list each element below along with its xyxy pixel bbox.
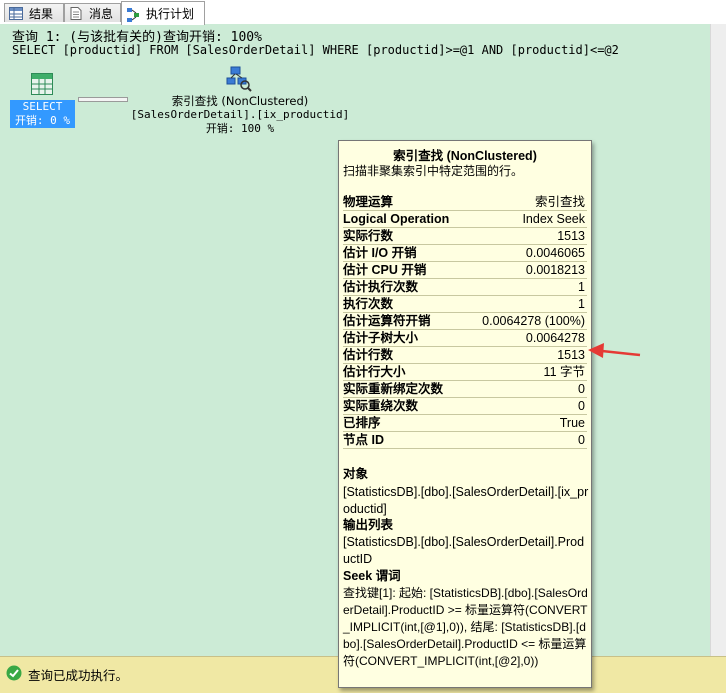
- property-row: 实际行数 1513: [343, 228, 587, 245]
- property-key: Logical Operation: [343, 212, 450, 226]
- tab-label: 消息: [89, 6, 114, 21]
- object-label: 对象: [343, 467, 369, 481]
- tab-label: 结果: [29, 6, 54, 21]
- property-key: 估计行数: [343, 348, 394, 362]
- property-row: 执行次数 1: [343, 296, 587, 313]
- property-row: 实际重新绑定次数 0: [343, 381, 587, 398]
- index-seek-cost: 开销: 100 %: [205, 122, 275, 135]
- seek-predicate-value: 查找键[1]: 起始: [StatisticsDB].[dbo].[SalesO…: [343, 586, 588, 668]
- property-key: 估计 CPU 开销: [343, 263, 427, 277]
- property-key: 节点 ID: [343, 433, 384, 447]
- select-node-cost: 开销: 0 %: [14, 114, 71, 127]
- select-node-name: SELECT: [22, 100, 63, 113]
- property-key: 实际重新绑定次数: [343, 382, 444, 396]
- vertical-scrollbar[interactable]: [710, 24, 726, 656]
- property-key: 实际重绕次数: [343, 399, 419, 413]
- property-value: 1: [578, 297, 585, 311]
- query-sql-text: SELECT [productid] FROM [SalesOrderDetai…: [12, 43, 619, 57]
- property-key: 已排序: [343, 416, 381, 430]
- property-row: 实际重绕次数 0: [343, 398, 587, 415]
- status-text: 查询已成功执行。: [28, 668, 129, 683]
- property-value: 0: [578, 382, 585, 396]
- property-row: 估计行数 1513: [343, 347, 587, 364]
- property-key: 物理运算: [343, 195, 394, 209]
- property-row: 估计子树大小 0.0064278: [343, 330, 587, 347]
- property-key: 估计行大小: [343, 365, 406, 379]
- seek-predicate-label: Seek 谓词: [343, 569, 401, 583]
- property-value: 0.0046065: [525, 246, 585, 260]
- property-row: Logical Operation Index Seek: [343, 211, 587, 228]
- document-icon: [69, 6, 83, 20]
- index-seek-node[interactable]: 索引查找 (NonClustered) [SalesOrderDetail].[…: [120, 94, 360, 136]
- select-node[interactable]: SELECT 开销: 0 %: [10, 100, 75, 128]
- tooltip-description: 扫描非聚集索引中特定范围的行。: [343, 164, 524, 178]
- property-row: 已排序 True: [343, 415, 587, 432]
- property-key: 执行次数: [343, 297, 394, 311]
- output-list-value: [StatisticsDB].[dbo].[SalesOrderDetail].…: [343, 535, 585, 566]
- property-key: 估计 I/O 开销: [343, 246, 417, 260]
- execution-plan-icon: [126, 7, 140, 22]
- property-value: 1513: [557, 229, 585, 243]
- property-key: 估计执行次数: [343, 280, 419, 294]
- annotation-arrow: [588, 343, 641, 358]
- tab-messages[interactable]: 消息: [64, 3, 121, 22]
- output-list-label: 输出列表: [343, 518, 394, 532]
- tab-results[interactable]: 结果: [4, 3, 64, 22]
- tab-strip: 结果 消息 执行计划: [0, 0, 726, 25]
- property-value: 0.0064278: [525, 331, 585, 345]
- property-row: 节点 ID 0: [343, 432, 587, 449]
- operator-tooltip: 索引查找 (NonClustered) 扫描非聚集索引中特定范围的行。 物理运算…: [338, 140, 592, 688]
- tab-label: 执行计划: [146, 7, 195, 21]
- property-key: 估计子树大小: [343, 331, 419, 345]
- property-value: 0: [578, 399, 585, 413]
- property-value: 1513: [557, 348, 585, 362]
- property-row: 估计 I/O 开销 0.0046065: [343, 245, 587, 262]
- success-check-icon: [6, 665, 22, 681]
- index-seek-icon[interactable]: [226, 66, 252, 92]
- object-value: [StatisticsDB].[dbo].[SalesOrderDetail].…: [343, 485, 589, 516]
- tab-execution-plan[interactable]: 执行计划: [121, 1, 205, 25]
- property-value: 0.0018213: [525, 263, 585, 277]
- property-value: Index Seek: [522, 212, 585, 226]
- index-seek-operator: 索引查找 (NonClustered): [171, 94, 309, 108]
- property-row: 物理运算 索引查找: [343, 194, 587, 211]
- property-value: 11 字节: [543, 365, 585, 379]
- property-row: 估计行大小 11 字节: [343, 364, 587, 381]
- property-row: 估计执行次数 1: [343, 279, 587, 296]
- select-node-icon[interactable]: [30, 72, 54, 96]
- property-value: 0: [578, 433, 585, 447]
- property-value: True: [559, 416, 585, 430]
- property-value: 索引查找: [534, 195, 585, 209]
- property-value: 0.0064278 (100%): [482, 314, 585, 328]
- property-key: 实际行数: [343, 229, 394, 243]
- property-key: 估计运算符开销: [343, 314, 431, 328]
- property-row: 估计运算符开销 0.0064278 (100%): [343, 313, 587, 330]
- grid-icon: [9, 6, 23, 20]
- property-value: 1: [578, 280, 585, 294]
- property-row: 估计 CPU 开销 0.0018213: [343, 262, 587, 279]
- index-seek-object: [SalesOrderDetail].[ix_productid]: [130, 108, 350, 121]
